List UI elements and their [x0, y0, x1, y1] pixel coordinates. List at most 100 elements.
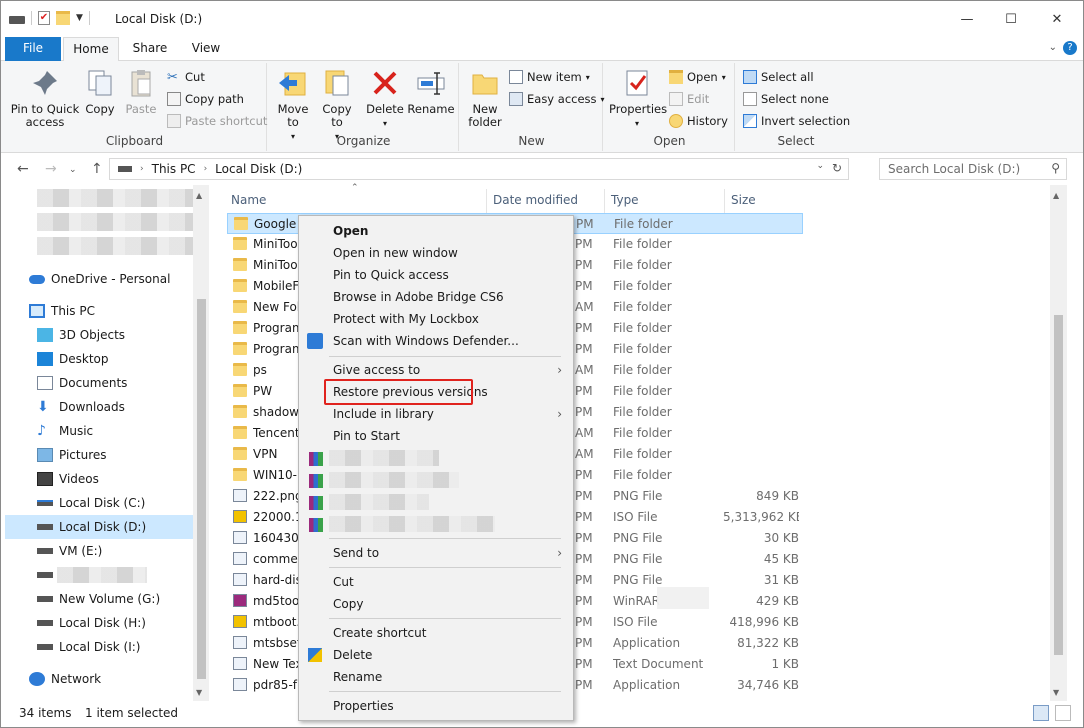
properties-button[interactable]: Properties ▾: [609, 67, 667, 130]
tab-share[interactable]: Share: [123, 37, 177, 61]
menu-item-delete[interactable]: Delete: [300, 644, 572, 666]
clipboard-group-label: Clipboard: [105, 134, 164, 148]
selected-count: 1 item selected: [85, 706, 179, 720]
menu-item-send-to[interactable]: Send to ›: [300, 542, 572, 564]
paste-button[interactable]: Paste: [123, 67, 159, 116]
column-header-name[interactable]: Name: [225, 189, 487, 213]
ribbon-collapse-icon[interactable]: ⌄: [1049, 42, 1057, 53]
cell-type: File folder: [613, 363, 672, 377]
edit-button[interactable]: Edit: [669, 90, 709, 108]
menu-item-give-access[interactable]: Give access to ›: [300, 359, 572, 381]
menu-item-pin-start[interactable]: Pin to Start: [300, 425, 572, 447]
breadcrumb-local-disk[interactable]: Local Disk (D:): [215, 162, 302, 176]
open-button[interactable]: Open ▾: [669, 68, 726, 86]
breadcrumb[interactable]: › This PC › Local Disk (D:) ⌄ ↻: [109, 158, 849, 180]
menu-item-include-library[interactable]: Include in library ›: [300, 403, 572, 425]
submenu-arrow-icon: ›: [557, 546, 562, 560]
cut-button[interactable]: ✂ Cut: [167, 68, 205, 86]
properties-check-icon[interactable]: ✔: [38, 11, 50, 25]
window-title: Local Disk (D:): [115, 12, 203, 26]
menu-item-browse-bridge[interactable]: Browse in Adobe Bridge CS6: [300, 286, 572, 308]
refresh-icon[interactable]: ↻: [832, 161, 842, 175]
document-icon: [37, 376, 53, 390]
easy-access-button[interactable]: Easy access ▾: [509, 90, 605, 108]
cell-type: ISO File: [613, 510, 658, 524]
open-label: Open: [687, 70, 718, 84]
menu-item-cut[interactable]: Cut: [300, 571, 572, 593]
new-folder-button[interactable]: New folder: [465, 67, 505, 129]
sidebar-label: OneDrive - Personal: [51, 272, 171, 286]
menu-item-copy[interactable]: Copy: [300, 593, 572, 615]
cell-date: AM: [575, 447, 594, 461]
help-icon[interactable]: ?: [1063, 41, 1077, 55]
file-list-scrollbar[interactable]: ▲ ▼: [1050, 185, 1067, 701]
move-to-button[interactable]: Move to ▾: [273, 67, 313, 143]
menu-item-protect-lockbox[interactable]: Protect with My Lockbox: [300, 308, 572, 330]
blurred-menu-item[interactable]: [329, 516, 495, 532]
scroll-thumb[interactable]: [197, 299, 206, 679]
new-item-button[interactable]: New item ▾: [509, 68, 590, 86]
blurred-menu-item[interactable]: [329, 494, 429, 510]
new-folder-qat-icon[interactable]: [56, 11, 70, 25]
address-dropdown-icon[interactable]: ⌄: [816, 161, 824, 171]
delete-button[interactable]: Delete ▾: [365, 67, 405, 130]
cell-size: 418,996 KB: [729, 615, 799, 629]
folder-icon: [233, 321, 247, 334]
copy-button[interactable]: Copy: [83, 67, 117, 116]
pin-quick-access-button[interactable]: Pin to Quick access: [9, 67, 81, 129]
tab-view[interactable]: View: [181, 37, 231, 61]
menu-item-open-new-window[interactable]: Open in new window: [300, 242, 572, 264]
paste-shortcut-button[interactable]: Paste shortcut: [167, 112, 267, 130]
minimize-button[interactable]: —: [943, 1, 991, 37]
menu-item-scan-defender[interactable]: Scan with Windows Defender...: [300, 330, 572, 352]
film-icon: [37, 472, 53, 486]
scroll-up-icon[interactable]: ▲: [196, 191, 202, 200]
tab-file[interactable]: File: [5, 37, 61, 61]
back-arrow-icon[interactable]: ←: [17, 161, 29, 177]
scroll-thumb[interactable]: [1054, 315, 1063, 655]
rename-button[interactable]: Rename: [407, 67, 455, 116]
maximize-button[interactable]: ☐: [987, 1, 1035, 37]
copy-to-button[interactable]: Copy to ▾: [317, 67, 357, 143]
scroll-up-icon[interactable]: ▲: [1053, 191, 1059, 200]
sidebar-item-disk-d[interactable]: Local Disk (D:): [5, 515, 193, 539]
details-view-icon[interactable]: [1033, 705, 1049, 721]
history-button[interactable]: History: [669, 112, 728, 130]
scroll-down-icon[interactable]: ▼: [1053, 688, 1059, 697]
sidebar-scrollbar[interactable]: ▲ ▼: [193, 185, 210, 701]
folder-icon: [233, 405, 247, 418]
scroll-down-icon[interactable]: ▼: [196, 688, 202, 697]
menu-item-pin-quick-access[interactable]: Pin to Quick access: [300, 264, 572, 286]
sidebar-label: VM (E:): [59, 544, 103, 558]
menu-item-open[interactable]: Open: [300, 220, 572, 242]
qat-dropdown-icon[interactable]: ▼: [76, 13, 83, 23]
edit-label: Edit: [687, 92, 710, 106]
forward-arrow-icon[interactable]: →: [45, 161, 57, 177]
column-header-type[interactable]: Type: [605, 189, 725, 213]
select-all-icon: [743, 70, 757, 84]
menu-item-properties[interactable]: Properties: [300, 695, 572, 717]
up-arrow-icon[interactable]: ↑: [91, 161, 103, 177]
search-input[interactable]: Search Local Disk (D:) ⚲: [879, 158, 1067, 180]
close-button[interactable]: ✕: [1033, 1, 1081, 37]
menu-item-create-shortcut[interactable]: Create shortcut: [300, 622, 572, 644]
cell-date: PM: [575, 342, 593, 356]
sidebar-label: This PC: [51, 304, 95, 318]
large-icons-view-icon[interactable]: [1055, 705, 1071, 721]
history-icon: [669, 114, 683, 128]
select-none-button[interactable]: Select none: [743, 90, 829, 108]
cell-date: PM: [575, 279, 593, 293]
breadcrumb-this-pc[interactable]: This PC: [152, 162, 196, 176]
copy-path-button[interactable]: Copy path: [167, 90, 244, 108]
blurred-menu-item[interactable]: [329, 472, 459, 488]
column-header-size[interactable]: Size: [725, 189, 803, 213]
image-file-icon: [233, 552, 247, 565]
tab-home[interactable]: Home: [63, 37, 119, 62]
column-header-date[interactable]: Date modified: [487, 189, 605, 213]
recent-locations-icon[interactable]: ⌄: [69, 165, 77, 175]
cell-type: File folder: [613, 279, 672, 293]
invert-selection-button[interactable]: Invert selection: [743, 112, 850, 130]
blurred-menu-item[interactable]: [329, 450, 439, 466]
menu-item-rename[interactable]: Rename: [300, 666, 572, 688]
select-all-button[interactable]: Select all: [743, 68, 814, 86]
